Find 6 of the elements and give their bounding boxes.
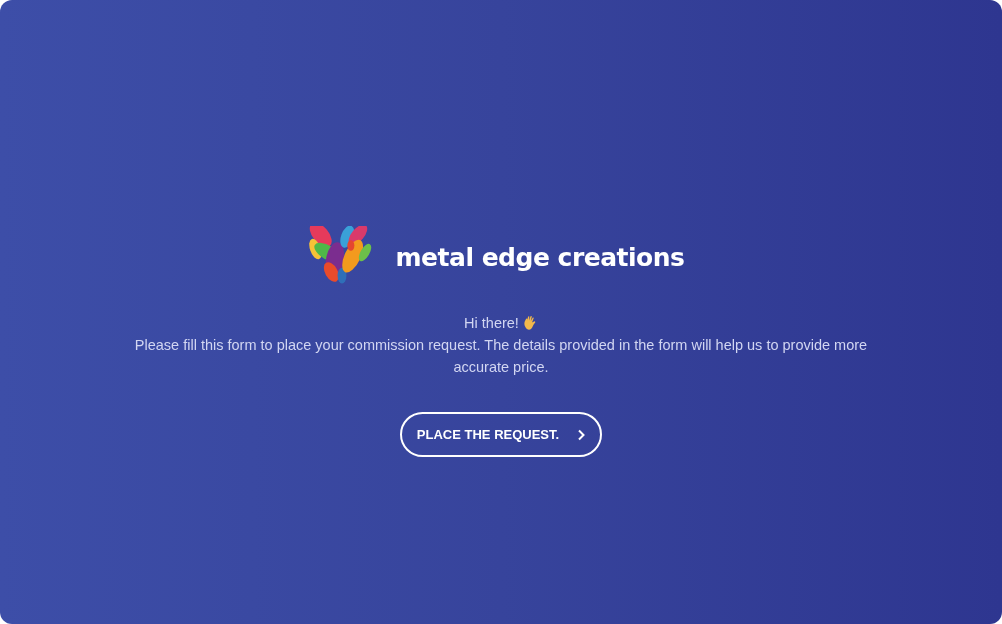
- waving-hand-icon: [522, 315, 538, 331]
- chevron-right-icon: [577, 428, 586, 441]
- intro-message: Please fill this form to place your commission request. The details provided in the form will help us to provide more accurate price.: [133, 336, 869, 377]
- brand-name: metal edge creations: [395, 242, 685, 272]
- greeting: Hi there!: [464, 314, 519, 333]
- place-request-button[interactable]: PLACE THE REQUEST.: [400, 412, 602, 457]
